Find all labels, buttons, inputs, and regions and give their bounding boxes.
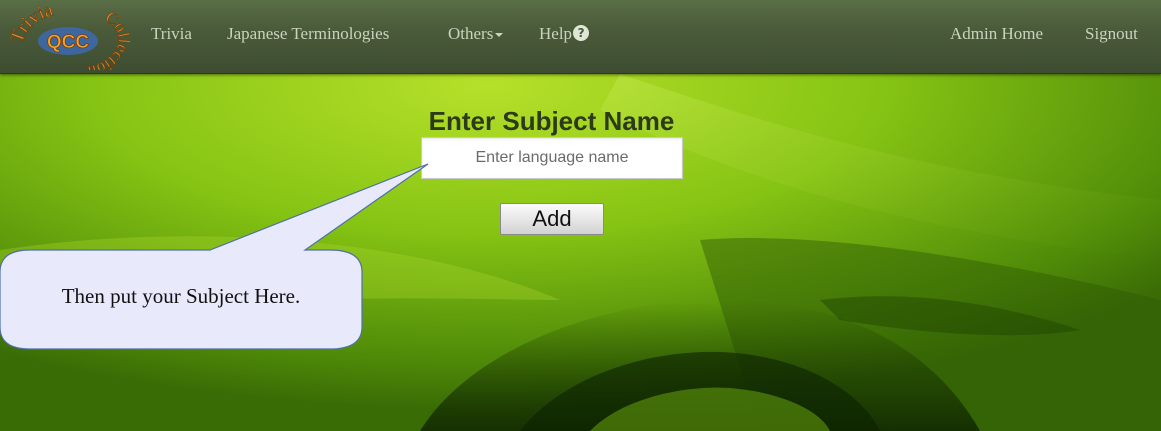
nav-signout[interactable]: Signout [1085, 24, 1138, 44]
nav-others-dropdown[interactable]: Others [448, 24, 504, 44]
subject-name-input[interactable] [421, 137, 683, 179]
nav-help-label: Help [539, 24, 573, 43]
nav-help[interactable]: Help? [539, 24, 590, 44]
callout-text: Then put your Subject Here. [61, 284, 301, 308]
top-navbar: Trivia Collection QCC Trivia Japanese Te… [0, 0, 1161, 74]
nav-others-label: Others [448, 24, 494, 43]
nav-admin-home[interactable]: Admin Home [950, 24, 1043, 44]
logo-center-text: QCC [47, 32, 90, 53]
question-circle-icon: ? [573, 25, 590, 41]
nav-japanese-terminologies[interactable]: Japanese Terminologies [227, 24, 389, 44]
qcc-trivia-collection-logo[interactable]: Trivia Collection QCC [8, 4, 130, 70]
nav-trivia[interactable]: Trivia [151, 24, 192, 44]
chevron-down-icon [495, 33, 504, 38]
page-title: Enter Subject Name [428, 106, 675, 136]
add-button[interactable]: Add [500, 203, 604, 235]
